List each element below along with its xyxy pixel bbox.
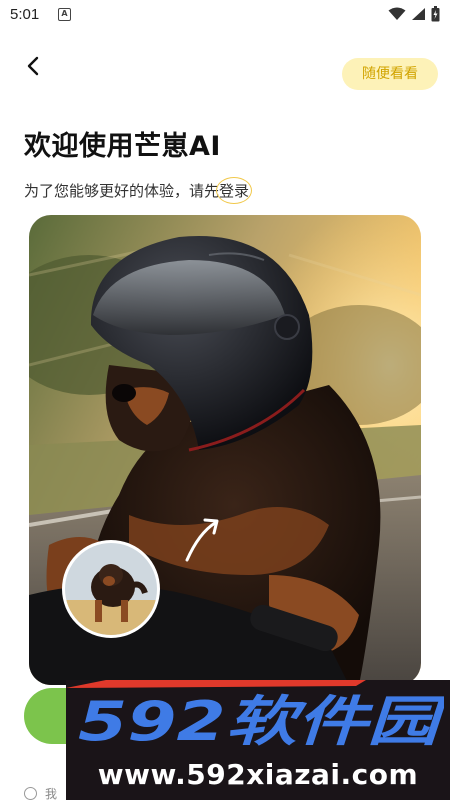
back-arrow-icon xyxy=(27,56,39,76)
subtitle-text: 为了您能够更好的体验，请先 xyxy=(24,182,220,200)
watermark-logo: 592软件园 xyxy=(78,690,444,748)
watermark-url: www.592xiazai.com xyxy=(97,758,419,791)
agreement-text: 我 xyxy=(45,786,58,800)
hero-image xyxy=(29,215,421,685)
login-highlight-ring xyxy=(216,177,253,204)
status-icons xyxy=(388,6,440,22)
page-title: 欢迎使用芒崽AI xyxy=(24,131,221,162)
browse-button[interactable]: 随便看看 xyxy=(342,58,438,90)
back-button[interactable] xyxy=(20,52,48,80)
agreement-checkbox[interactable] xyxy=(24,786,37,800)
watermark-accent-stripe xyxy=(66,680,450,688)
watermark-banner: 592软件园 www.592xiazai.com xyxy=(66,680,450,800)
wifi-icon xyxy=(388,7,406,20)
status-time: 5:01 xyxy=(10,6,40,23)
agreement-row: 我 xyxy=(24,786,57,800)
watermark-logo-text: 592软件园 xyxy=(78,690,444,748)
battery-icon xyxy=(431,6,440,22)
signal-icon xyxy=(412,8,425,20)
dog-helmet-illustration xyxy=(29,215,421,685)
welcome-subtitle: 为了您能够更好的体验，请先 登录 xyxy=(24,177,253,204)
login-link[interactable]: 登录 xyxy=(216,177,253,204)
notification-icon: A xyxy=(58,8,71,21)
status-bar: 5:01 A xyxy=(0,0,450,32)
